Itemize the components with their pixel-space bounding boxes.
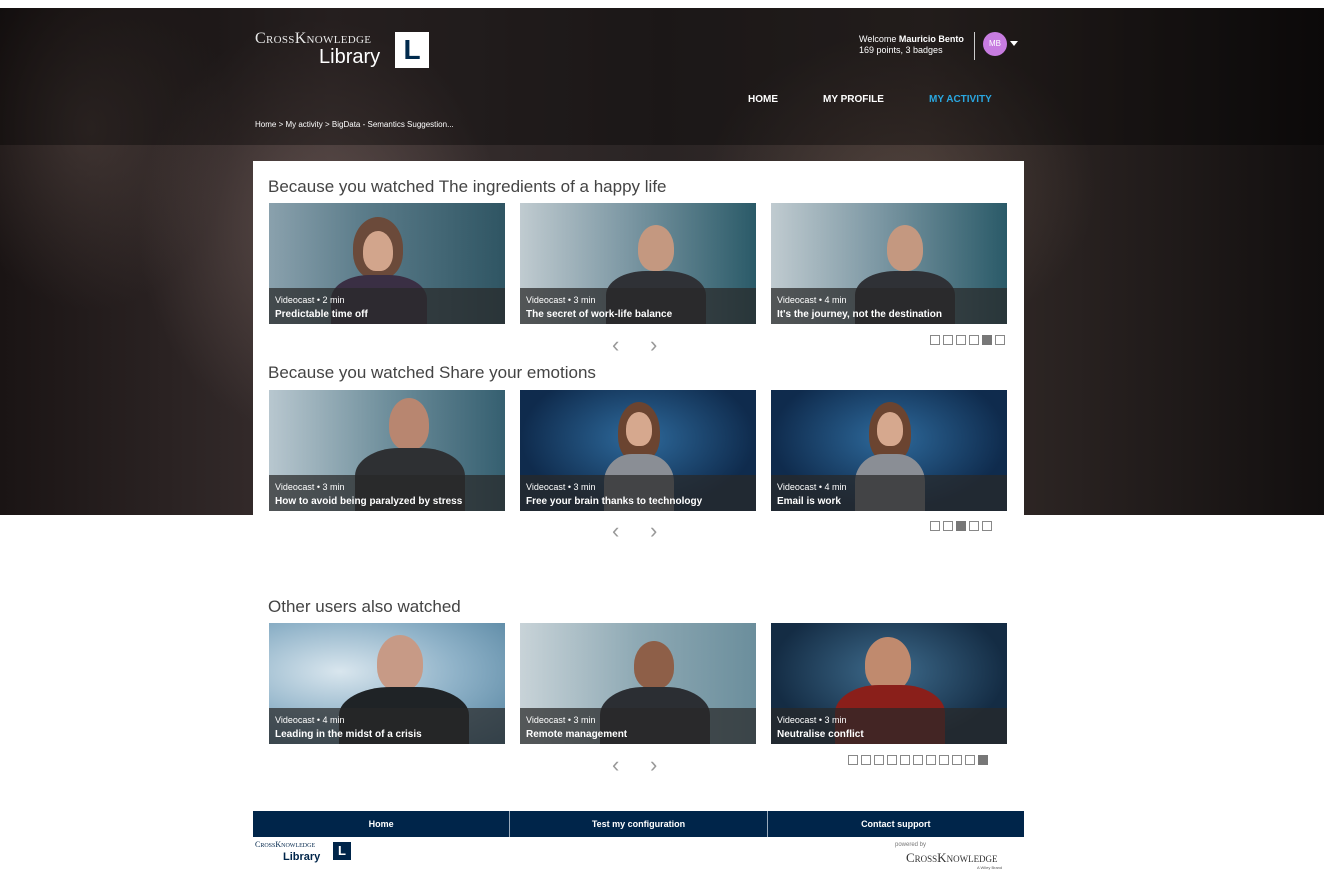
page-dot[interactable]: [848, 755, 858, 765]
page-dot[interactable]: [952, 755, 962, 765]
video-meta: Videocast • 3 min: [777, 715, 847, 725]
carousel-pagination: [930, 521, 992, 531]
breadcrumb: Home > My activity > BigData - Semantics…: [255, 120, 454, 129]
nav-home[interactable]: HOME: [748, 94, 778, 105]
library-logo-icon: L: [395, 32, 429, 68]
video-card[interactable]: Videocast • 3 min Free your brain thanks…: [520, 390, 756, 511]
carousel-arrows: ‹ ›: [612, 332, 672, 358]
wiley-brand-label: A Wiley Brand: [977, 865, 1003, 870]
page-dot[interactable]: [900, 755, 910, 765]
welcome-prefix: Welcome: [859, 34, 897, 44]
section-title-share-emotions: Because you watched Share your emotions: [268, 363, 596, 382]
user-name: Mauricio Bento: [898, 34, 964, 44]
video-title: The secret of work-life balance: [526, 309, 673, 320]
video-title: Neutralise conflict: [777, 729, 864, 740]
page-dot-active[interactable]: [978, 755, 988, 765]
carousel-pagination: [848, 755, 988, 765]
welcome-text: Welcome Mauricio Bento 169 points, 3 bad…: [859, 34, 969, 56]
video-meta: Videocast • 3 min: [526, 295, 596, 305]
welcome-divider: [974, 32, 975, 60]
powered-by-logo: powered by CrossKnowledge A Wiley Brand: [880, 840, 1025, 870]
footer-library-icon: L: [333, 842, 351, 860]
crossknowledge-library-logo[interactable]: CrossKnowledge Library L: [255, 28, 445, 72]
footer-link-home[interactable]: Home: [253, 811, 511, 837]
video-card[interactable]: Videocast • 3 min How to avoid being par…: [269, 390, 505, 511]
video-title: Leading in the midst of a crisis: [275, 729, 422, 740]
carousel-next-icon[interactable]: ›: [650, 332, 657, 358]
user-menu-caret-icon[interactable]: [1010, 41, 1018, 46]
footer-link-test-configuration[interactable]: Test my configuration: [510, 811, 768, 837]
nav-my-activity[interactable]: MY ACTIVITY: [929, 94, 992, 105]
page-dot-active[interactable]: [982, 335, 992, 345]
nav-my-profile[interactable]: MY PROFILE: [823, 94, 884, 105]
video-meta: Videocast • 4 min: [275, 715, 345, 725]
page-dot[interactable]: [930, 335, 940, 345]
video-meta: Videocast • 4 min: [777, 295, 847, 305]
carousel-prev-icon[interactable]: ‹: [612, 332, 619, 358]
page-dot[interactable]: [913, 755, 923, 765]
video-card[interactable]: Videocast • 4 min Leading in the midst o…: [269, 623, 505, 744]
page-dot[interactable]: [874, 755, 884, 765]
carousel-arrows: ‹ ›: [612, 518, 672, 544]
video-meta: Videocast • 3 min: [526, 715, 596, 725]
footer-nav: Home Test my configuration Contact suppo…: [253, 811, 1024, 837]
carousel-next-icon[interactable]: ›: [650, 518, 657, 544]
powered-brand-name: CrossKnowledge: [906, 850, 998, 865]
page-dot[interactable]: [969, 521, 979, 531]
powered-by-label: powered by: [895, 842, 927, 848]
carousel-arrows: ‹ ›: [612, 752, 672, 778]
points-badges: 169 points, 3 badges: [859, 45, 943, 55]
video-meta: Videocast • 3 min: [275, 482, 345, 492]
footer-library-label: Library: [283, 851, 321, 863]
video-meta: Videocast • 4 min: [777, 482, 847, 492]
video-card[interactable]: Videocast • 4 min Email is work: [771, 390, 1007, 511]
video-title: Email is work: [777, 496, 841, 507]
page-dot[interactable]: [939, 755, 949, 765]
page-dot[interactable]: [956, 335, 966, 345]
video-card[interactable]: Videocast • 2 min Predictable time off: [269, 203, 505, 324]
page-dot[interactable]: [943, 335, 953, 345]
video-meta: Videocast • 2 min: [275, 295, 345, 305]
avatar[interactable]: MB: [983, 32, 1007, 56]
carousel-next-icon[interactable]: ›: [650, 752, 657, 778]
carousel-pagination: [930, 335, 1005, 345]
video-card[interactable]: Videocast • 3 min Remote management: [520, 623, 756, 744]
footer-brand-name: CrossKnowledge: [255, 840, 316, 849]
video-title: Predictable time off: [275, 309, 368, 320]
video-title: It's the journey, not the destination: [777, 309, 942, 320]
page-dot[interactable]: [887, 755, 897, 765]
page-dot[interactable]: [982, 521, 992, 531]
carousel-prev-icon[interactable]: ‹: [612, 518, 619, 544]
page-dot[interactable]: [930, 521, 940, 531]
library-label: Library: [319, 46, 381, 68]
page-dot[interactable]: [995, 335, 1005, 345]
footer-link-contact-support[interactable]: Contact support: [768, 811, 1024, 837]
video-card[interactable]: Videocast • 3 min Neutralise conflict: [771, 623, 1007, 744]
page-dot[interactable]: [965, 755, 975, 765]
page-dot[interactable]: [943, 521, 953, 531]
video-card[interactable]: Videocast • 4 min It's the journey, not …: [771, 203, 1007, 324]
video-card[interactable]: Videocast • 3 min The secret of work-lif…: [520, 203, 756, 324]
footer-library-logo: CrossKnowledge Library L: [255, 840, 355, 864]
header: CrossKnowledge Library L Welcome Maurici…: [253, 8, 1024, 145]
video-meta: Videocast • 3 min: [526, 482, 596, 492]
video-title: Remote management: [526, 729, 628, 740]
video-title: Free your brain thanks to technology: [526, 496, 703, 507]
page-dot[interactable]: [926, 755, 936, 765]
section-title-happy-life: Because you watched The ingredients of a…: [268, 177, 667, 196]
carousel-prev-icon[interactable]: ‹: [612, 752, 619, 778]
section-title-other-users: Other users also watched: [268, 597, 461, 616]
video-title: How to avoid being paralyzed by stress: [275, 496, 463, 507]
page-dot[interactable]: [969, 335, 979, 345]
page-dot-active[interactable]: [956, 521, 966, 531]
page-dot[interactable]: [861, 755, 871, 765]
